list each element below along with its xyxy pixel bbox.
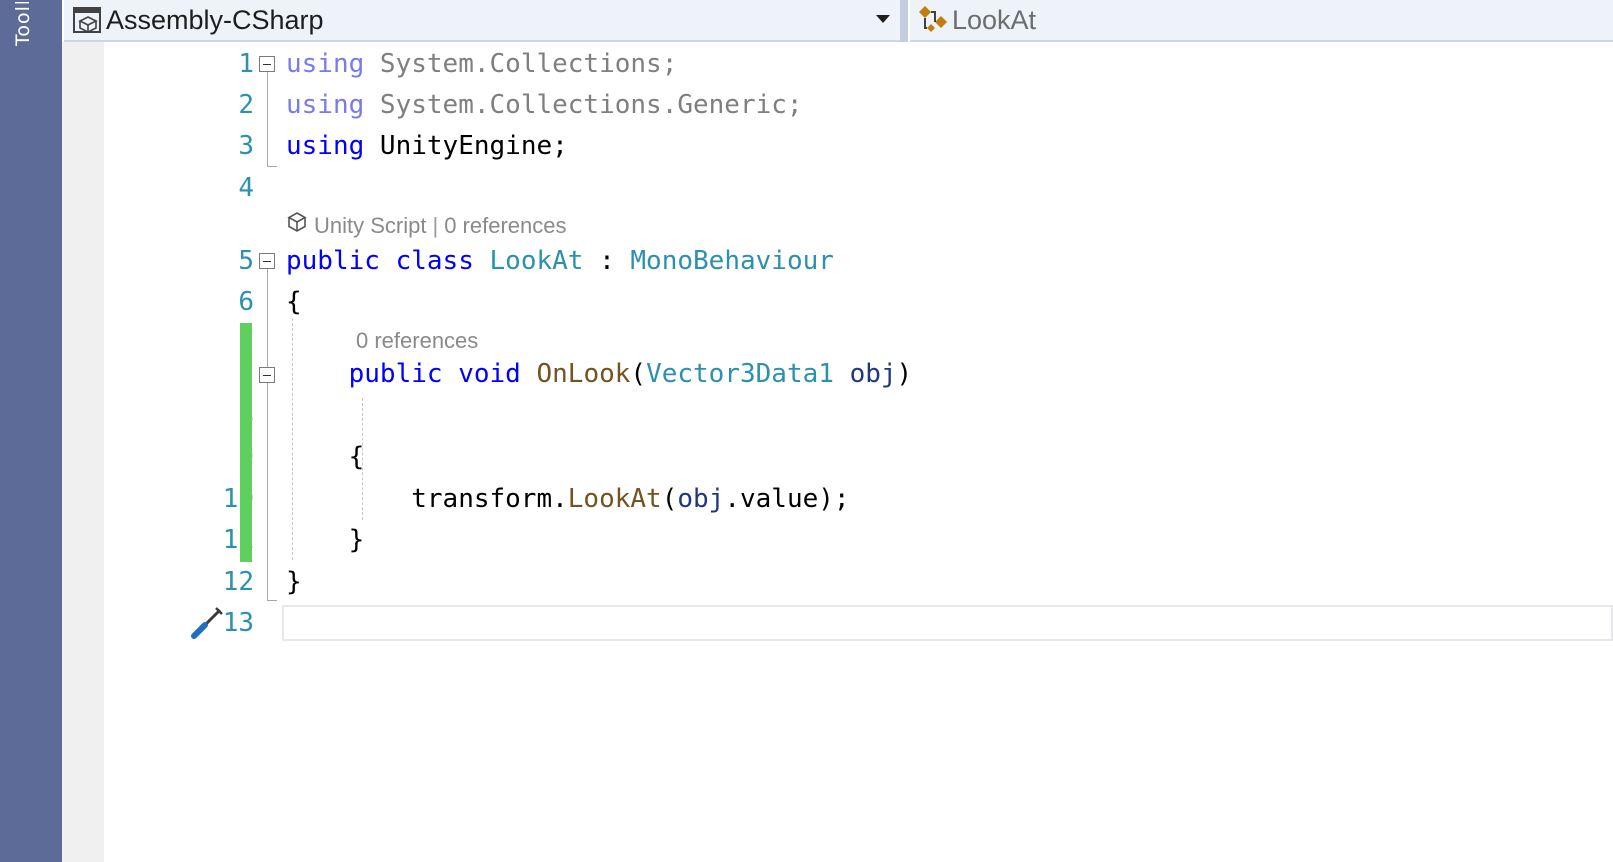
line-number: 2	[238, 90, 254, 120]
outline-line	[267, 269, 268, 600]
keyword: using	[286, 131, 365, 161]
code-line-7[interactable]: public void OnLook(Vector3Data1 obj)	[286, 354, 913, 394]
brace: }	[348, 525, 365, 555]
punctuation: )	[896, 359, 913, 389]
codelens-method[interactable]: 0 references	[356, 326, 478, 356]
codelens-references[interactable]: 0 references	[356, 326, 478, 356]
namespace: System.Collections.Generic;	[364, 90, 803, 120]
code-line-10[interactable]: transform.LookAt(obj.value);	[286, 479, 850, 519]
collapse-button[interactable]	[259, 367, 275, 383]
keyword: using	[286, 49, 365, 79]
brace: {	[348, 442, 365, 472]
toolbox-tab-label[interactable]: Toolbox	[6, 2, 34, 46]
project-dropdown[interactable]: Assembly-CSharp	[64, 0, 900, 42]
base-type: MonoBehaviour	[630, 246, 834, 276]
screwdriver-icon[interactable]	[190, 604, 226, 640]
collapse-button[interactable]	[259, 253, 275, 269]
brace: {	[286, 287, 302, 317]
line-number: 6	[238, 287, 254, 317]
nav-bar-divider	[900, 0, 908, 42]
namespace: UnityEngine;	[364, 131, 568, 161]
line-number: 8	[132, 396, 254, 436]
code-line-11[interactable]: }	[286, 520, 365, 560]
class-icon	[916, 5, 952, 35]
parameter-type: Vector3Data1	[646, 359, 834, 389]
method-name: OnLook	[536, 359, 631, 389]
code-line-6[interactable]: {	[286, 282, 302, 322]
current-line-highlight[interactable]	[282, 605, 1613, 641]
collapse-button[interactable]	[259, 56, 275, 72]
navigation-bar: Assembly-CSharp LookAt	[62, 0, 1613, 42]
unity-script-icon	[286, 211, 308, 241]
type-name: LookAt	[952, 4, 1037, 35]
line-number: 3	[238, 131, 254, 161]
class-name: LookAt	[489, 246, 584, 276]
code-line-1[interactable]: using System.Collections;	[286, 44, 677, 84]
brace: }	[286, 567, 302, 597]
type-dropdown[interactable]: LookAt	[910, 0, 1613, 42]
outline-line	[267, 72, 268, 166]
code-line-9[interactable]: {	[286, 437, 365, 477]
punctuation: :	[583, 246, 631, 276]
code-line-3[interactable]: using UnityEngine;	[286, 126, 568, 166]
line-number: 10	[222, 484, 254, 514]
punctuation: (	[630, 359, 647, 389]
member-access: .value);	[724, 484, 850, 514]
identifier: transform.	[411, 484, 568, 514]
keyword: using	[286, 90, 365, 120]
project-name: Assembly-CSharp	[106, 4, 324, 35]
line-number: 7	[132, 354, 254, 394]
codelens-class[interactable]: Unity Script | 0 references	[286, 211, 567, 241]
line-number: 1	[238, 49, 254, 79]
line-number: 5	[238, 246, 254, 276]
chevron-down-icon[interactable]	[876, 15, 890, 23]
keyword: public	[348, 359, 443, 389]
code-line-5[interactable]: public class LookAt : MonoBehaviour	[286, 241, 834, 281]
keyword: public	[286, 246, 380, 276]
selection-margin[interactable]	[62, 42, 104, 862]
change-marker	[240, 323, 252, 562]
code-editor[interactable]: 1 2 3 4 5 6 7 8 9 10 11 12 13 using Syst…	[62, 42, 1613, 862]
codelens-references[interactable]: 0 references	[444, 211, 566, 241]
code-line-12[interactable]: }	[286, 562, 302, 602]
keyword: class	[395, 246, 474, 276]
parameter-name: obj	[849, 359, 897, 389]
code-line-2[interactable]: using System.Collections.Generic;	[286, 85, 803, 125]
line-number: 4	[238, 173, 254, 203]
punctuation: (	[661, 484, 678, 514]
keyword: void	[458, 359, 521, 389]
codelens-unity-script[interactable]: Unity Script	[314, 211, 426, 241]
line-number: 9	[132, 437, 254, 477]
toolbox-sidebar[interactable]: Toolbox	[0, 0, 62, 862]
codelens-separator: |	[432, 213, 439, 238]
outline-line	[267, 166, 277, 167]
method-call: LookAt	[567, 484, 662, 514]
outline-line	[267, 600, 277, 601]
project-cube-icon	[70, 5, 106, 35]
line-number: 11	[222, 525, 254, 555]
parameter-name: obj	[677, 484, 725, 514]
line-number: 12	[222, 567, 254, 597]
namespace: System.Collections;	[364, 49, 678, 79]
